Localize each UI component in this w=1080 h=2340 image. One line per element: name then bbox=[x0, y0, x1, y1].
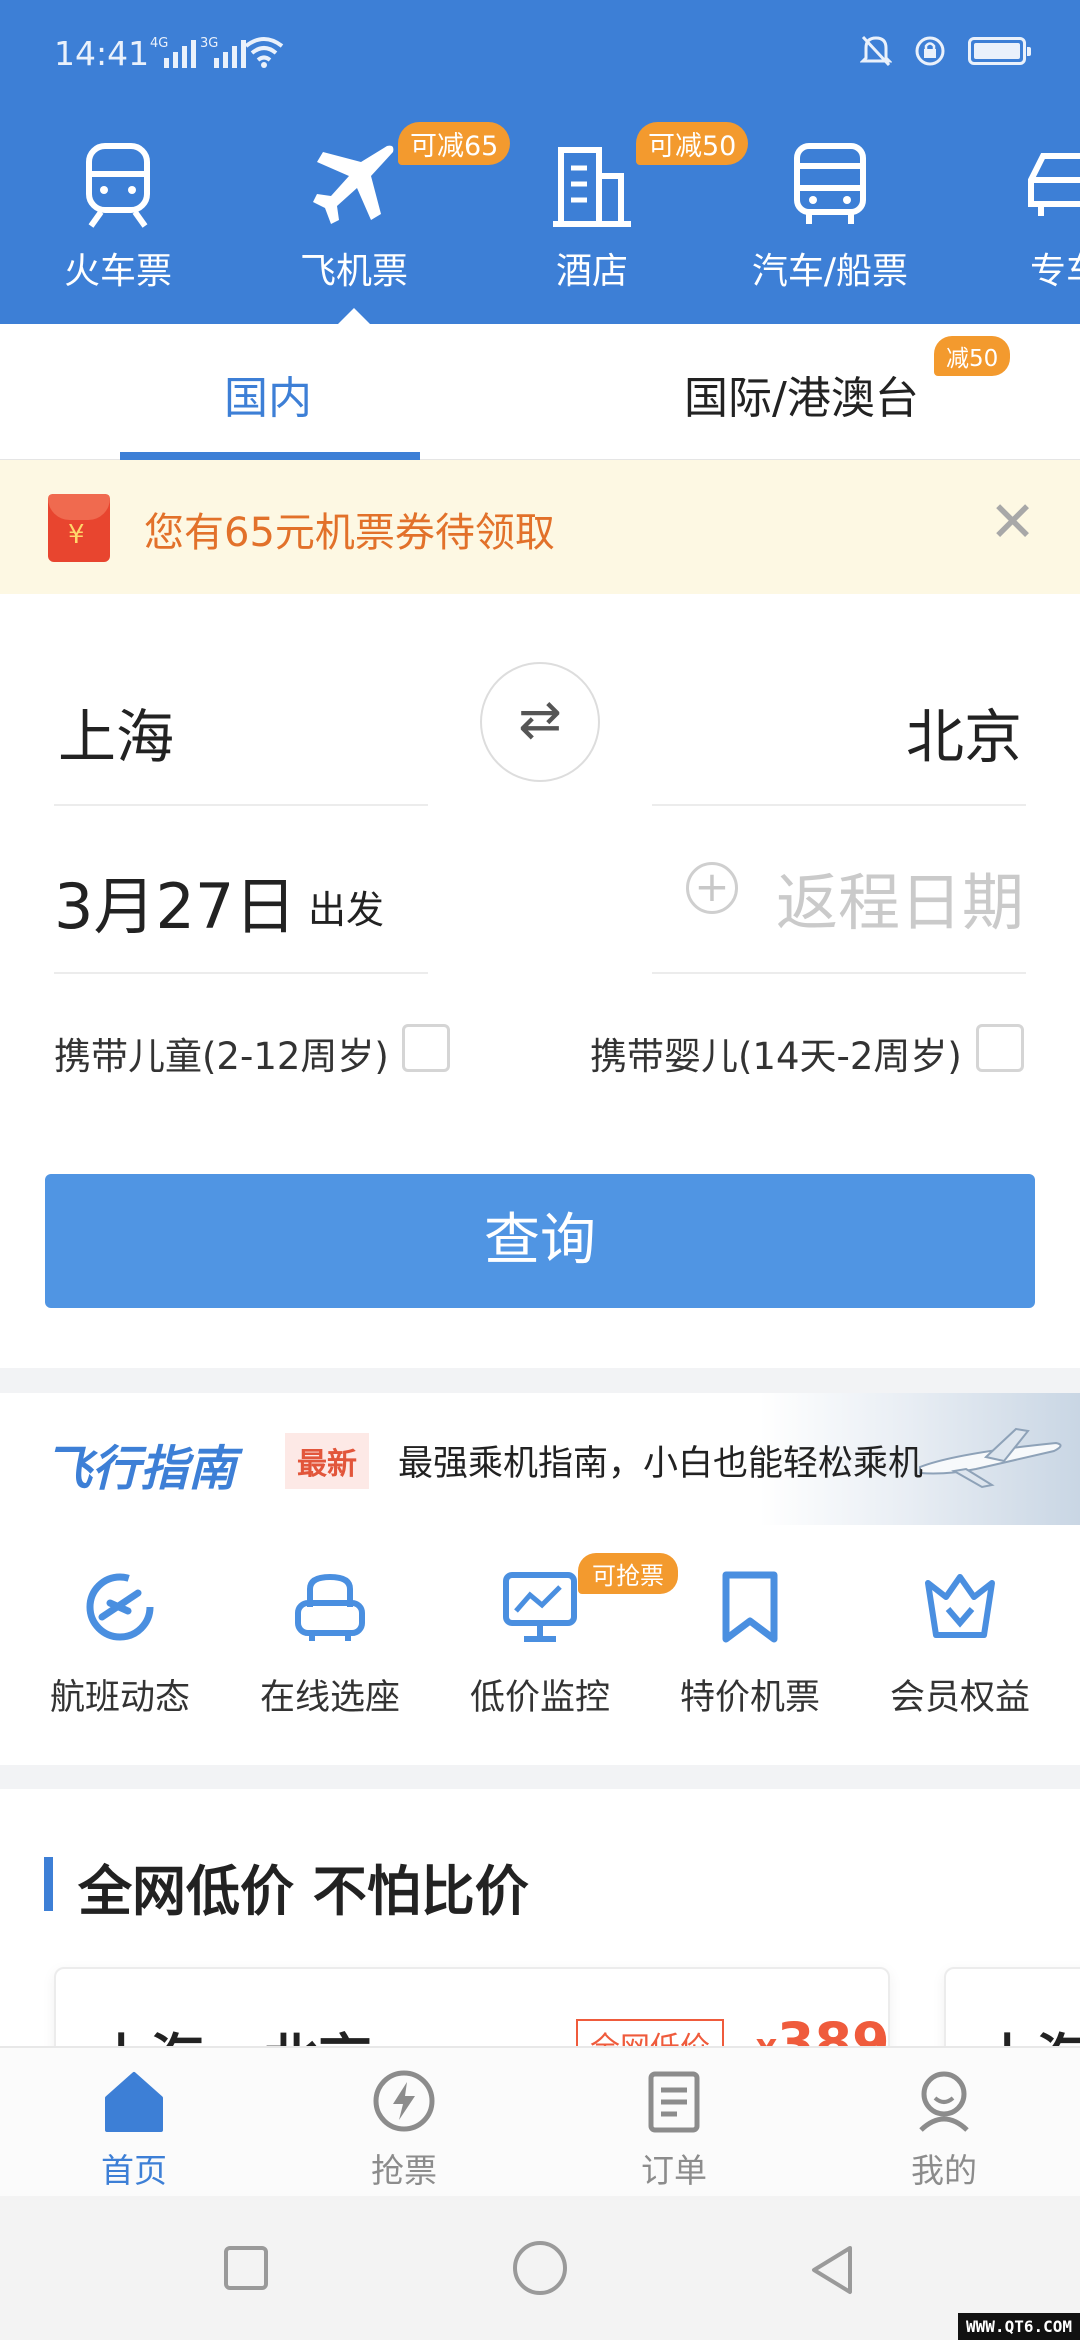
return-date-placeholder[interactable]: 返程日期 bbox=[776, 852, 1024, 942]
header: 14:41 4G 3G 火车票 飞机票 可减65 酒店 可减50 汽车/船票 专 bbox=[0, 0, 1080, 324]
quick-link-label: 在线选座 bbox=[259, 1678, 400, 1718]
wifi-icon bbox=[244, 37, 284, 68]
nav-grab-ticket[interactable]: 抢票 bbox=[314, 2068, 494, 2192]
coupon-banner[interactable]: ¥ 您有65元机票券待领取 ✕ bbox=[0, 460, 1080, 594]
search-button[interactable]: 查询 bbox=[45, 1174, 1035, 1308]
quick-special-fares[interactable]: 特价机票 bbox=[645, 1567, 855, 1720]
flight-type-tabs: 国内 国际/港澳台 减50 bbox=[0, 324, 1080, 460]
child-option-label: 携带儿童(2-12周岁) bbox=[54, 1035, 389, 1078]
tab-international[interactable]: 国际/港澳台 bbox=[684, 362, 919, 426]
divider bbox=[54, 804, 428, 806]
coupon-text: 您有65元机票券待领取 bbox=[144, 510, 555, 556]
quick-link-label: 特价机票 bbox=[679, 1678, 820, 1718]
status-time: 14:41 bbox=[54, 34, 150, 73]
flight-guide-banner[interactable]: 飞行指南 最新 最强乘机指南，小白也能轻松乘机 bbox=[0, 1393, 1080, 1525]
section-accent-bar bbox=[44, 1857, 53, 1911]
close-icon[interactable]: ✕ bbox=[989, 490, 1036, 555]
swap-cities-button[interactable]: ⇄ bbox=[480, 662, 600, 782]
nav-label: 我的 bbox=[911, 2151, 977, 2190]
nav-label: 首页 bbox=[101, 2151, 167, 2190]
home-circle-icon[interactable] bbox=[512, 2240, 568, 2296]
watermark: WWW.QT6.COM bbox=[958, 2313, 1080, 2340]
departure-date[interactable]: 3月27日 bbox=[54, 856, 296, 946]
new-badge: 最新 bbox=[285, 1433, 369, 1489]
quick-link-label: 低价监控 bbox=[469, 1678, 610, 1718]
divider bbox=[652, 972, 1026, 974]
back-icon[interactable] bbox=[808, 2244, 856, 2296]
recent-apps-icon[interactable] bbox=[222, 2244, 270, 2292]
divider bbox=[54, 972, 428, 974]
category-label: 汽车/船票 bbox=[751, 251, 909, 292]
status-bar: 14:41 4G 3G bbox=[0, 0, 1080, 110]
bookmark-icon bbox=[722, 1571, 778, 1643]
category-bus[interactable]: 汽车/船票 bbox=[730, 140, 930, 294]
category-label: 火车票 bbox=[63, 251, 172, 292]
price-value: 389 bbox=[776, 2011, 890, 2049]
yuan-glyph: ¥ bbox=[68, 520, 85, 550]
profile-icon bbox=[919, 2071, 969, 2132]
route-card[interactable]: 上海 - 北京 全网低价 ¥389 bbox=[54, 1967, 890, 2049]
nav-home[interactable]: 首页 bbox=[44, 2068, 224, 2192]
infant-checkbox[interactable] bbox=[976, 1024, 1024, 1072]
bus-icon bbox=[794, 143, 866, 224]
hotel-icon bbox=[553, 147, 631, 227]
quick-link-label: 航班动态 bbox=[49, 1678, 190, 1718]
lightning-icon bbox=[373, 2070, 435, 2132]
category-bar: 火车票 飞机票 可减65 酒店 可减50 汽车/船票 专 bbox=[0, 110, 1080, 324]
flight-search-form: 上海 ⇄ 北京 3月27日 出发 + 返程日期 携带儿童(2-12周岁) 携带婴… bbox=[0, 594, 1080, 1368]
train-icon bbox=[86, 143, 150, 228]
route-name: 上海 - 北京 bbox=[96, 2015, 372, 2049]
battery-icon bbox=[968, 37, 1031, 65]
quick-seat-selection[interactable]: 在线选座 bbox=[225, 1567, 435, 1720]
route-price: ¥389 bbox=[756, 2011, 890, 2049]
add-return-icon[interactable]: + bbox=[686, 862, 738, 914]
bottom-navigation: 首页 抢票 订单 我的 bbox=[0, 2046, 1080, 2196]
nav-profile[interactable]: 我的 bbox=[854, 2068, 1034, 2192]
child-checkbox[interactable] bbox=[402, 1024, 450, 1072]
airplane-icon bbox=[313, 145, 394, 224]
divider bbox=[652, 804, 1026, 806]
quick-link-label: 会员权益 bbox=[889, 1678, 1030, 1718]
departure-label: 出发 bbox=[308, 888, 385, 932]
guide-logo: 飞行指南 bbox=[44, 1441, 237, 1497]
route-card[interactable]: 上海 bbox=[944, 1967, 1080, 2049]
section-title: 全网低价 不怕比价 bbox=[78, 1860, 529, 1923]
price-monitor-icon bbox=[503, 1572, 577, 1642]
category-train[interactable]: 火车票 bbox=[18, 140, 218, 294]
car-icon bbox=[1028, 153, 1080, 216]
route-name: 上海 bbox=[982, 2015, 1080, 2049]
red-envelope-icon: ¥ bbox=[48, 494, 110, 562]
low-price-section: 全网低价 不怕比价 上海 - 北京 全网低价 ¥389 上海 bbox=[0, 1789, 1080, 2049]
guide-text: 最强乘机指南，小白也能轻松乘机 bbox=[398, 1444, 924, 1484]
category-label: 酒店 bbox=[555, 251, 628, 292]
category-label: 专车 bbox=[1030, 251, 1080, 292]
quick-member-benefits[interactable]: 会员权益 bbox=[855, 1567, 1065, 1720]
nav-orders[interactable]: 订单 bbox=[584, 2068, 764, 2192]
seat-icon bbox=[295, 1573, 365, 1641]
nav-label: 抢票 bbox=[371, 2151, 437, 2190]
flight-status-icon bbox=[86, 1573, 154, 1641]
arrival-city[interactable]: 北京 bbox=[906, 690, 1022, 774]
tab-domestic[interactable]: 国内 bbox=[224, 362, 312, 426]
swap-icon: ⇄ bbox=[518, 690, 562, 750]
crown-icon bbox=[925, 1574, 995, 1638]
mute-bell-icon bbox=[860, 35, 892, 67]
departure-city[interactable]: 上海 bbox=[58, 690, 174, 774]
international-discount-badge: 减50 bbox=[934, 336, 1011, 376]
airplane-photo-icon bbox=[919, 1427, 1062, 1489]
rotation-lock-icon bbox=[915, 36, 945, 66]
system-navigation-bar: WWW.QT6.COM bbox=[0, 2196, 1080, 2340]
tab-active-indicator bbox=[120, 452, 420, 460]
category-car[interactable]: 专车 bbox=[966, 140, 1080, 294]
nav-label: 订单 bbox=[641, 2151, 707, 2190]
quick-links: 航班动态 在线选座 低价监控 可抢票 特价机票 会员权益 bbox=[0, 1525, 1080, 1765]
infant-option-label: 携带婴儿(14天-2周岁) bbox=[590, 1035, 962, 1078]
lowest-price-tag: 全网低价 bbox=[576, 2019, 724, 2049]
quick-flight-status[interactable]: 航班动态 bbox=[15, 1567, 225, 1720]
order-icon bbox=[648, 2071, 700, 2133]
home-icon bbox=[105, 2072, 163, 2132]
category-label: 飞机票 bbox=[299, 251, 408, 292]
